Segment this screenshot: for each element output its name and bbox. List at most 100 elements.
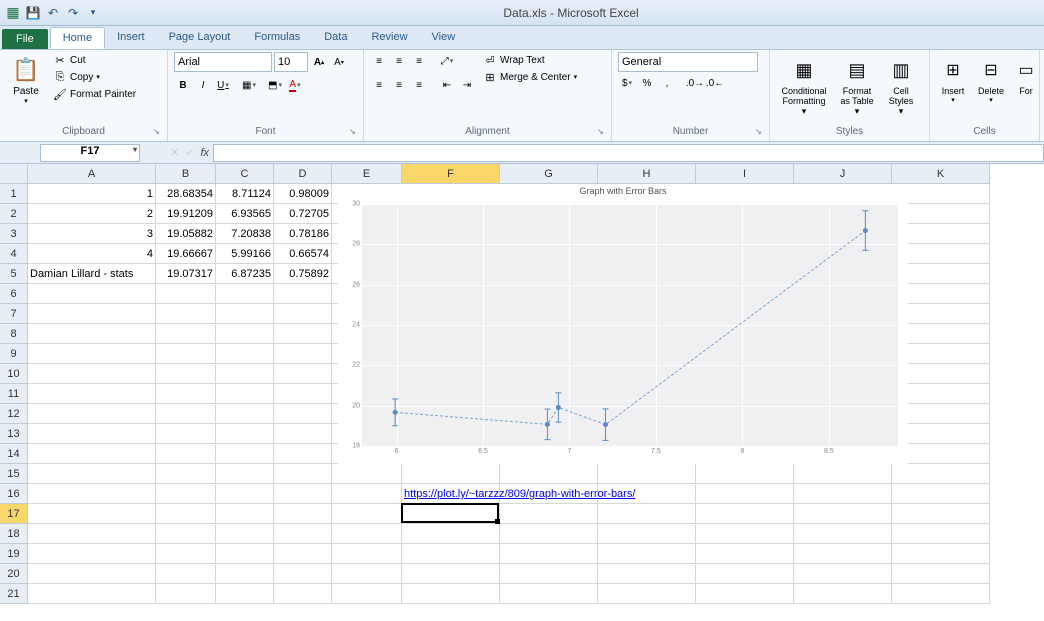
cell-A8[interactable] [28,324,156,344]
row-header-17[interactable]: 17 [0,504,28,524]
cell-I17[interactable] [696,504,794,524]
cell-C11[interactable] [216,384,274,404]
conditional-formatting-button[interactable]: ▦ ConditionalFormatting ▾ [776,52,832,118]
cell-K18[interactable] [892,524,990,544]
row-header-1[interactable]: 1 [0,184,28,204]
cell-I15[interactable] [696,464,794,484]
border-button[interactable]: ▦ [240,76,258,94]
tab-file[interactable]: File [2,29,48,49]
cell-J21[interactable] [794,584,892,604]
cell-G15[interactable] [500,464,598,484]
cell-D3[interactable]: 0.78186 [274,224,332,244]
select-all-button[interactable] [0,164,28,184]
cancel-formula-icon[interactable]: ✕ [170,146,179,159]
column-header-K[interactable]: K [892,164,990,184]
tab-view[interactable]: View [420,27,468,49]
fill-color-button[interactable]: ⬒ [266,76,284,94]
cell-D14[interactable] [274,444,332,464]
row-header-19[interactable]: 19 [0,544,28,564]
cell-G21[interactable] [500,584,598,604]
font-color-button[interactable]: A [286,76,304,94]
cell-B9[interactable] [156,344,216,364]
cell-C9[interactable] [216,344,274,364]
cell-C3[interactable]: 7.20838 [216,224,274,244]
number-launcher-icon[interactable]: ↘ [755,127,767,139]
cell-A19[interactable] [28,544,156,564]
cell-E15[interactable] [332,464,402,484]
cell-B3[interactable]: 19.05882 [156,224,216,244]
cell-D7[interactable] [274,304,332,324]
cell-B19[interactable] [156,544,216,564]
cell-D17[interactable] [274,504,332,524]
cell-A14[interactable] [28,444,156,464]
cell-B11[interactable] [156,384,216,404]
copy-button[interactable]: ⎘Copy ▾ [50,69,139,85]
column-header-D[interactable]: D [274,164,332,184]
cell-I18[interactable] [696,524,794,544]
excel-icon[interactable]: ▦ [4,4,22,22]
column-header-H[interactable]: H [598,164,696,184]
cell-C19[interactable] [216,544,274,564]
cell-F18[interactable] [402,524,500,544]
decrease-indent-button[interactable]: ⇤ [438,76,456,94]
cell-A4[interactable]: 4 [28,244,156,264]
cell-B17[interactable] [156,504,216,524]
cell-B5[interactable]: 19.07317 [156,264,216,284]
cell-C20[interactable] [216,564,274,584]
cell-E20[interactable] [332,564,402,584]
column-header-C[interactable]: C [216,164,274,184]
row-header-9[interactable]: 9 [0,344,28,364]
cell-K16[interactable] [892,484,990,504]
cell-F20[interactable] [402,564,500,584]
cell-C4[interactable]: 5.99166 [216,244,274,264]
tab-page-layout[interactable]: Page Layout [157,27,243,49]
cell-A3[interactable]: 3 [28,224,156,244]
cell-I19[interactable] [696,544,794,564]
row-header-11[interactable]: 11 [0,384,28,404]
row-header-21[interactable]: 21 [0,584,28,604]
align-bottom-button[interactable]: ≡ [410,52,428,70]
wrap-text-button[interactable]: ⏎Wrap Text [480,52,580,68]
row-header-14[interactable]: 14 [0,444,28,464]
cell-B6[interactable] [156,284,216,304]
cell-E19[interactable] [332,544,402,564]
insert-cells-button[interactable]: ⊞ Insert▾ [936,52,970,106]
cell-J16[interactable] [794,484,892,504]
delete-cells-button[interactable]: ⊟ Delete▾ [974,52,1008,106]
cell-B4[interactable]: 19.66667 [156,244,216,264]
cell-K19[interactable] [892,544,990,564]
decrease-decimal-button[interactable]: .0← [706,74,724,92]
cell-A13[interactable] [28,424,156,444]
tab-insert[interactable]: Insert [105,27,157,49]
row-header-8[interactable]: 8 [0,324,28,344]
increase-decimal-button[interactable]: .0→ [686,74,704,92]
cell-F19[interactable] [402,544,500,564]
column-header-F[interactable]: F [402,164,500,184]
cell-J18[interactable] [794,524,892,544]
cell-E21[interactable] [332,584,402,604]
cell-J19[interactable] [794,544,892,564]
cell-E18[interactable] [332,524,402,544]
number-format-select[interactable] [618,52,758,72]
cell-C5[interactable]: 6.87235 [216,264,274,284]
cell-B20[interactable] [156,564,216,584]
column-header-G[interactable]: G [500,164,598,184]
undo-icon[interactable]: ↶ [44,4,62,22]
cell-J15[interactable] [794,464,892,484]
font-name-input[interactable] [174,52,272,72]
cell-D13[interactable] [274,424,332,444]
cell-J17[interactable] [794,504,892,524]
cell-A11[interactable] [28,384,156,404]
save-icon[interactable]: 💾 [24,4,42,22]
row-header-16[interactable]: 16 [0,484,28,504]
row-header-15[interactable]: 15 [0,464,28,484]
underline-button[interactable]: U [214,76,232,94]
cell-A2[interactable]: 2 [28,204,156,224]
tab-data[interactable]: Data [312,27,359,49]
cell-D11[interactable] [274,384,332,404]
grow-font-button[interactable]: A▴ [310,53,328,71]
cell-C14[interactable] [216,444,274,464]
cell-A20[interactable] [28,564,156,584]
cell-A10[interactable] [28,364,156,384]
format-painter-button[interactable]: 🖌Format Painter [50,86,139,102]
